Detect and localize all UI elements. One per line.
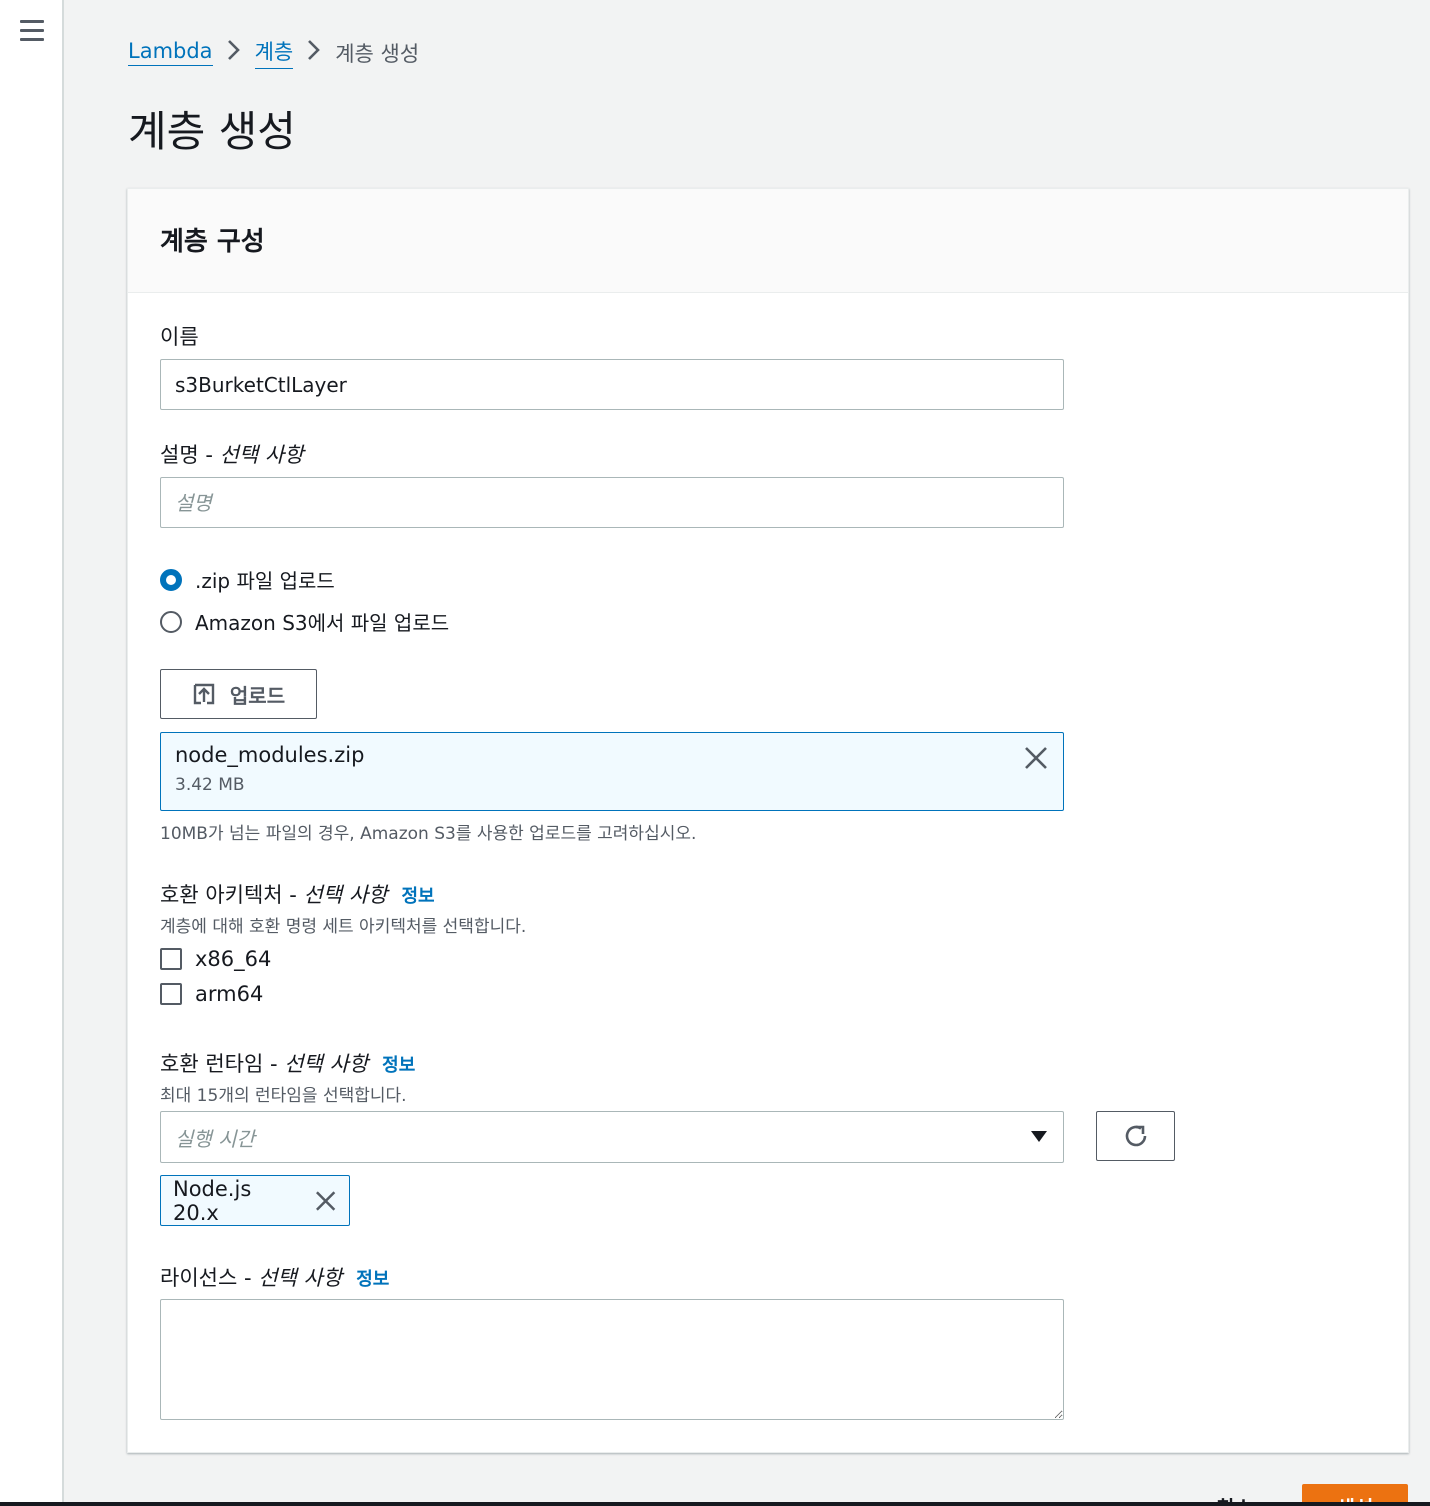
panel-header: 계층 구성 bbox=[128, 189, 1408, 293]
runtime-info-link[interactable]: 정보 bbox=[382, 1055, 415, 1076]
architecture-label-text: 호환 아키텍처 - bbox=[160, 883, 304, 907]
file-name: node_modules.zip bbox=[175, 743, 365, 767]
radio-button[interactable] bbox=[160, 610, 182, 633]
upload-icon bbox=[193, 683, 215, 705]
checkbox[interactable] bbox=[160, 948, 182, 970]
checkbox-arm64[interactable]: arm64 bbox=[160, 982, 263, 1006]
runtime-select-placeholder: 실행 시간 bbox=[175, 1126, 255, 1151]
runtime-description: 최대 15개의 런타임을 선택합니다. bbox=[160, 1086, 407, 1106]
breadcrumb-current: 계층 생성 bbox=[335, 41, 420, 66]
runtime-token-label: Node.js 20.x bbox=[173, 1176, 252, 1225]
optional-text: 선택 사항 bbox=[219, 443, 304, 467]
description-label-text: 설명 - bbox=[160, 443, 220, 467]
side-navigation bbox=[0, 0, 64, 1506]
optional-text: 선택 사항 bbox=[284, 1052, 369, 1076]
file-hint: 10MB가 넘는 파일의 경우, Amazon S3를 사용한 업로드를 고려하… bbox=[160, 824, 697, 844]
license-label-text: 라이선스 - bbox=[160, 1266, 259, 1290]
optional-text: 선택 사항 bbox=[303, 883, 388, 907]
checkbox-x86-64[interactable]: x86_64 bbox=[160, 947, 271, 971]
bottom-border bbox=[0, 1502, 1430, 1506]
license-textarea[interactable] bbox=[160, 1299, 1064, 1420]
radio-label: .zip 파일 업로드 bbox=[195, 569, 335, 593]
caret-down-icon bbox=[1031, 1131, 1047, 1142]
layer-configuration-panel: 계층 구성 이름 설명 - 선택 사항 .zip 파일 업로드 Amazon S… bbox=[127, 188, 1409, 1453]
file-size: 3.42 MB bbox=[175, 775, 245, 795]
runtime-select[interactable]: 실행 시간 bbox=[160, 1111, 1064, 1163]
description-label: 설명 - 선택 사항 bbox=[160, 439, 304, 469]
close-icon[interactable] bbox=[1023, 745, 1049, 771]
menu-icon[interactable] bbox=[20, 20, 44, 42]
chevron-right-icon bbox=[227, 39, 241, 66]
close-icon[interactable] bbox=[314, 1189, 337, 1213]
upload-button-label: 업로드 bbox=[229, 683, 286, 708]
radio-s3-upload[interactable]: Amazon S3에서 파일 업로드 bbox=[160, 607, 449, 636]
breadcrumb-lambda[interactable]: Lambda bbox=[128, 39, 213, 66]
checkbox-label: arm64 bbox=[195, 982, 264, 1006]
breadcrumb-layers[interactable]: 계층 bbox=[254, 36, 294, 69]
description-input[interactable] bbox=[160, 477, 1064, 528]
runtime-label: 호환 런타임 - 선택 사항 정보 bbox=[160, 1048, 415, 1078]
chevron-right-icon bbox=[307, 39, 321, 66]
upload-button[interactable]: 업로드 bbox=[160, 669, 317, 719]
architecture-description: 계층에 대해 호환 명령 세트 아키텍처를 선택합니다. bbox=[160, 917, 527, 937]
radio-button-selected[interactable] bbox=[160, 568, 182, 591]
breadcrumb: Lambda 계층 계층 생성 bbox=[128, 36, 419, 69]
architecture-info-link[interactable]: 정보 bbox=[402, 886, 435, 907]
name-label: 이름 bbox=[160, 325, 199, 349]
panel-title: 계층 구성 bbox=[160, 227, 265, 257]
name-input[interactable] bbox=[160, 359, 1064, 410]
refresh-button[interactable] bbox=[1096, 1111, 1175, 1161]
page-title: 계층 생성 bbox=[128, 107, 296, 156]
radio-label: Amazon S3에서 파일 업로드 bbox=[195, 611, 450, 635]
architecture-label: 호환 아키텍처 - 선택 사항 정보 bbox=[160, 879, 435, 909]
uploaded-file: node_modules.zip 3.42 MB bbox=[160, 732, 1064, 811]
runtime-token: Node.js 20.x bbox=[160, 1175, 350, 1226]
radio-zip-upload[interactable]: .zip 파일 업로드 bbox=[160, 565, 335, 594]
runtime-label-text: 호환 런타임 - bbox=[160, 1052, 285, 1076]
refresh-icon bbox=[1125, 1125, 1146, 1147]
license-label: 라이선스 - 선택 사항 정보 bbox=[160, 1262, 389, 1292]
optional-text: 선택 사항 bbox=[258, 1266, 343, 1290]
checkbox-label: x86_64 bbox=[195, 947, 272, 971]
checkbox[interactable] bbox=[160, 983, 182, 1005]
license-info-link[interactable]: 정보 bbox=[356, 1269, 389, 1290]
